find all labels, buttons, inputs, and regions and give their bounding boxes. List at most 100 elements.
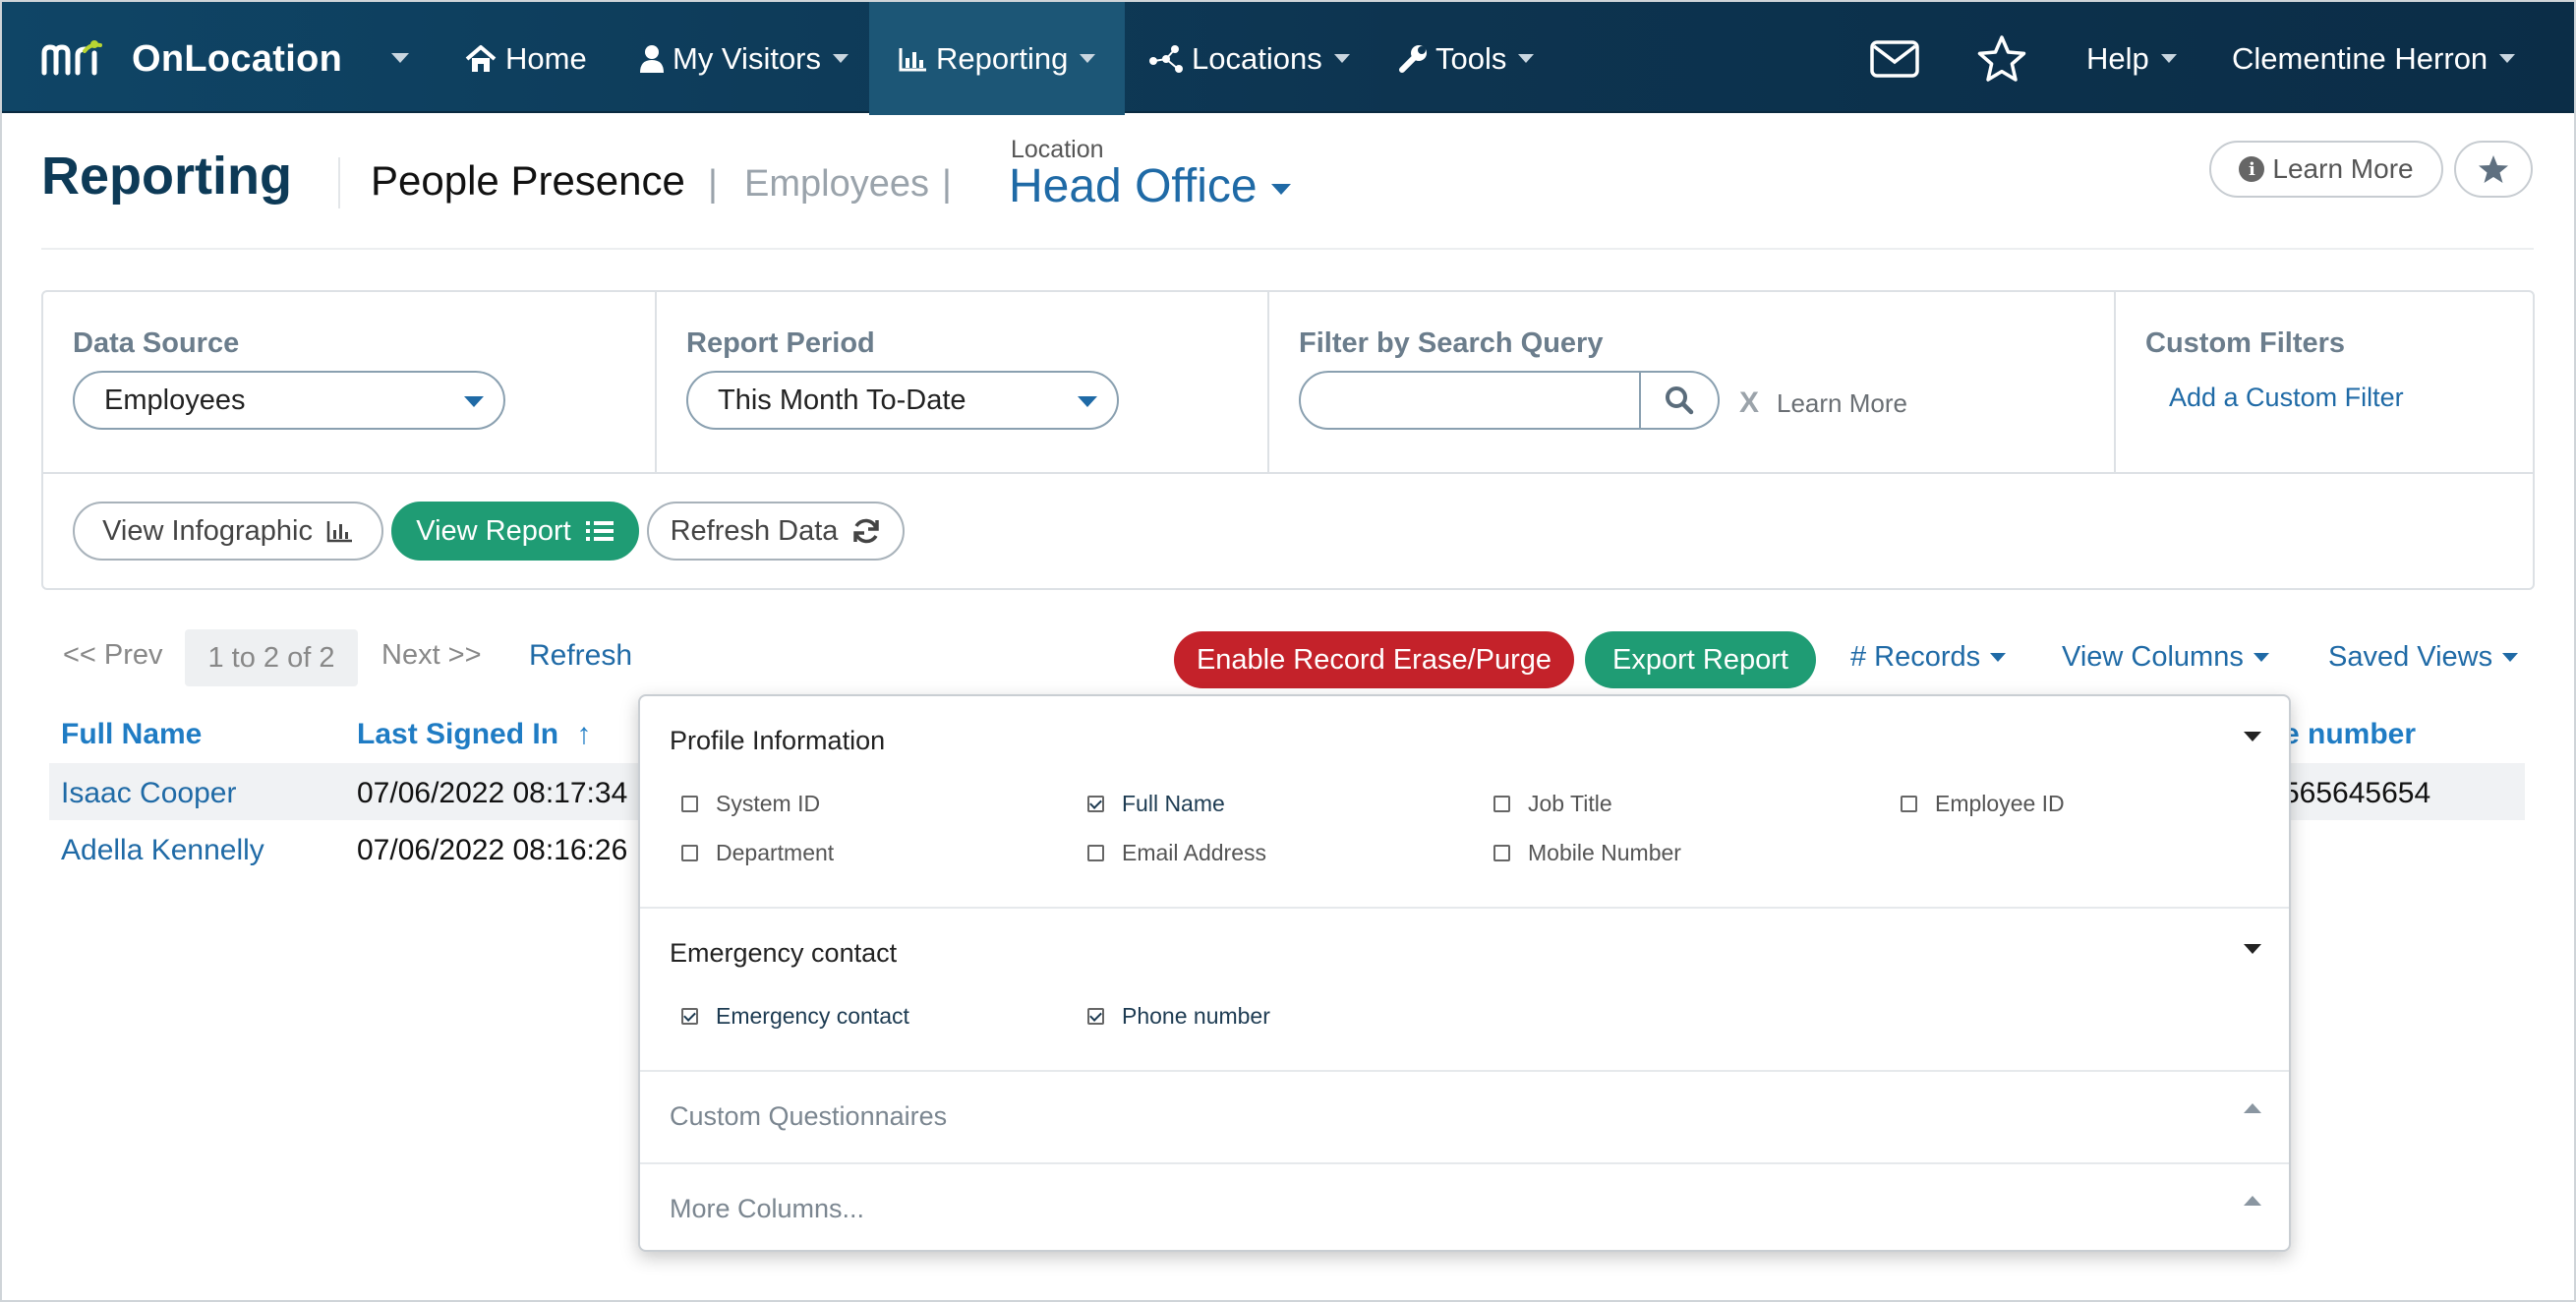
column-header-last-signed-in[interactable]: Last Signed In ↑: [357, 718, 591, 751]
location-value: Head Office: [1009, 160, 1258, 212]
report-period-select[interactable]: This Month To-Date: [686, 371, 1119, 430]
column-option-system-id[interactable]: System ID: [681, 791, 820, 817]
nav-home[interactable]: Home: [464, 2, 587, 115]
chevron-down-icon: [1518, 54, 1535, 63]
clear-learn-more-link[interactable]: X Learn More: [1739, 386, 1907, 420]
enable-record-erase-button[interactable]: Enable Record Erase/Purge: [1174, 631, 1574, 688]
page-range-indicator: 1 to 2 of 2: [185, 629, 358, 686]
user-icon: [640, 44, 664, 73]
checkbox: [681, 796, 698, 812]
records-per-page-dropdown[interactable]: # Records: [1850, 641, 2007, 674]
nav-my-visitors[interactable]: My Visitors: [639, 2, 849, 115]
nav-tools[interactable]: Tools: [1398, 2, 1535, 115]
chevron-down-icon[interactable]: [2244, 944, 2261, 954]
view-columns-dropdown[interactable]: View Columns: [2062, 641, 2269, 674]
page-title: Reporting: [41, 147, 292, 206]
location-selector[interactable]: Head Office: [1009, 159, 1291, 213]
search-button[interactable]: [1641, 371, 1720, 430]
star-icon: [1977, 34, 2026, 82]
search-learn-more-label: Learn More: [1777, 387, 1907, 418]
list-icon: [585, 521, 614, 541]
title-divider: [338, 157, 340, 208]
option-label: Employee ID: [1935, 791, 2065, 816]
chevron-down-icon: [833, 54, 849, 63]
refresh-data-label: Refresh Data: [670, 514, 839, 547]
learn-more-label: Learn More: [2272, 153, 2414, 184]
filter-panel: Data Source Employees Report Period This…: [41, 290, 2535, 590]
report-type-employees[interactable]: Employees: [744, 163, 929, 206]
nav-reporting-label: Reporting: [936, 40, 1069, 76]
info-icon: i: [2239, 156, 2265, 182]
column-option-full-name[interactable]: Full Name: [1087, 791, 1225, 817]
chevron-up-icon[interactable]: [2244, 1196, 2261, 1206]
nav-tools-label: Tools: [1435, 40, 1507, 76]
brand[interactable]: OnLocation: [41, 33, 342, 85]
column-option-email-address[interactable]: Email Address: [1087, 840, 1266, 866]
view-infographic-button[interactable]: View Infographic: [73, 502, 383, 561]
option-label: Full Name: [1122, 791, 1225, 816]
nav-help[interactable]: Help: [2086, 2, 2177, 115]
chevron-down-icon: [1078, 396, 1097, 407]
data-source-section: Data Source Employees: [43, 292, 657, 472]
nav-reporting[interactable]: Reporting: [869, 2, 1126, 115]
column-header-phone-number[interactable]: e number: [2283, 718, 2416, 751]
next-page-link[interactable]: Next >>: [381, 639, 482, 672]
option-label: System ID: [716, 791, 821, 816]
learn-more-button[interactable]: i Learn More: [2209, 141, 2443, 198]
data-source-value: Employees: [104, 384, 246, 416]
section-title-emergency[interactable]: Emergency contact: [670, 938, 897, 969]
nav-locations[interactable]: Locations: [1148, 2, 1350, 115]
column-option-department[interactable]: Department: [681, 840, 834, 866]
option-label: Phone number: [1122, 1003, 1270, 1029]
mri-logo-icon: [41, 40, 102, 76]
section-divider: [640, 1162, 2289, 1164]
refresh-icon: [853, 518, 880, 544]
section-divider: [640, 907, 2289, 909]
refresh-data-button[interactable]: Refresh Data: [647, 502, 905, 561]
bar-chart-icon: [326, 521, 352, 543]
bar-chart-icon: [899, 47, 926, 71]
column-option-mobile-number[interactable]: Mobile Number: [1493, 840, 1681, 866]
table-cell-full-name[interactable]: Adella Kennelly: [61, 834, 264, 867]
top-navbar: OnLocation Home My Visitors Reporting Lo…: [0, 0, 2576, 115]
data-source-select[interactable]: Employees: [73, 371, 505, 430]
brand-name: OnLocation: [132, 37, 343, 80]
messages-button[interactable]: [1870, 2, 1927, 115]
saved-views-label: Saved Views: [2328, 641, 2493, 673]
user-menu[interactable]: Clementine Herron: [2232, 2, 2516, 115]
option-label: Job Title: [1528, 791, 1612, 816]
search-input[interactable]: [1299, 371, 1641, 430]
view-report-label: View Report: [416, 514, 571, 547]
view-report-button[interactable]: View Report: [391, 502, 639, 561]
report-period-section: Report Period This Month To-Date: [657, 292, 1269, 472]
search-query-section: Filter by Search Query X Learn More: [1269, 292, 2116, 472]
chevron-up-icon[interactable]: [2244, 1103, 2261, 1113]
checkbox-checked: [681, 1008, 698, 1025]
section-title-more-columns[interactable]: More Columns...: [670, 1194, 864, 1224]
column-option-employee-id[interactable]: Employee ID: [1901, 791, 2065, 817]
export-report-button[interactable]: Export Report: [1585, 631, 1816, 688]
column-option-job-title[interactable]: Job Title: [1493, 791, 1612, 817]
prev-page-link[interactable]: << Prev: [63, 639, 163, 672]
chevron-down-icon[interactable]: [2244, 732, 2261, 741]
option-label: Department: [716, 840, 835, 865]
last-signed-in-label: Last Signed In: [357, 718, 559, 750]
column-option-phone-number[interactable]: Phone number: [1087, 1003, 1270, 1030]
checkbox: [681, 845, 698, 861]
brand-menu-caret-icon[interactable]: [391, 53, 409, 63]
section-title-profile[interactable]: Profile Information: [670, 726, 885, 756]
table-cell-full-name[interactable]: Isaac Cooper: [61, 777, 236, 810]
option-label: Emergency contact: [716, 1003, 909, 1029]
view-columns-label: View Columns: [2062, 641, 2244, 673]
column-header-full-name[interactable]: Full Name: [61, 718, 202, 751]
column-option-emergency-contact[interactable]: Emergency contact: [681, 1003, 909, 1030]
favorites-button[interactable]: [1976, 2, 2035, 115]
checkbox-checked: [1087, 796, 1104, 812]
add-custom-filter-link[interactable]: Add a Custom Filter: [2169, 383, 2404, 413]
saved-views-dropdown[interactable]: Saved Views: [2328, 641, 2519, 674]
close-icon: X: [1739, 386, 1760, 419]
favorite-report-button[interactable]: [2454, 141, 2533, 198]
refresh-link[interactable]: Refresh: [529, 639, 632, 673]
custom-filters-label: Custom Filters: [2145, 327, 2346, 359]
section-title-custom-questionnaires[interactable]: Custom Questionnaires: [670, 1101, 947, 1132]
